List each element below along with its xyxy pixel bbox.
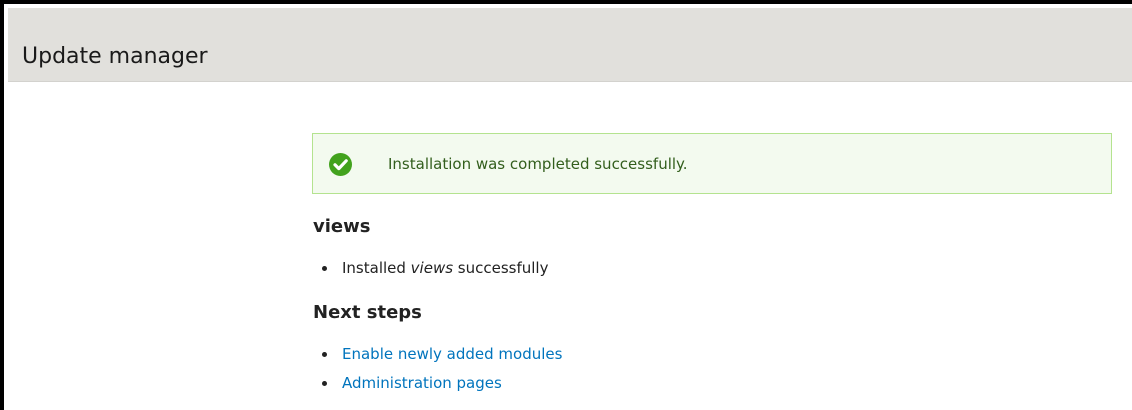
- project-heading: views: [313, 216, 371, 237]
- bullet-icon: [322, 266, 327, 271]
- list-item: Installed views successfully: [313, 254, 548, 283]
- page-frame: Update manager Installation was complete…: [0, 0, 1132, 410]
- project-result-list: Installed views successfully: [313, 254, 548, 283]
- page-title: Update manager: [22, 44, 208, 69]
- page-header: Update manager: [8, 8, 1132, 82]
- status-message: Installation was completed successfully.: [312, 133, 1112, 194]
- bullet-icon: [322, 381, 327, 386]
- administration-pages-link[interactable]: Administration pages: [342, 374, 502, 392]
- enable-modules-link[interactable]: Enable newly added modules: [342, 345, 562, 363]
- next-steps-list: Enable newly added modules Administratio…: [313, 340, 562, 398]
- result-project-name: views: [410, 259, 454, 277]
- status-message-text: Installation was completed successfully.: [388, 155, 688, 173]
- list-item: Enable newly added modules: [313, 340, 562, 369]
- next-steps-heading: Next steps: [313, 302, 422, 323]
- bullet-icon: [322, 352, 327, 357]
- list-item: Administration pages: [313, 369, 562, 398]
- check-circle-icon: [329, 153, 352, 176]
- result-prefix: Installed: [342, 259, 411, 277]
- result-suffix: successfully: [453, 259, 549, 277]
